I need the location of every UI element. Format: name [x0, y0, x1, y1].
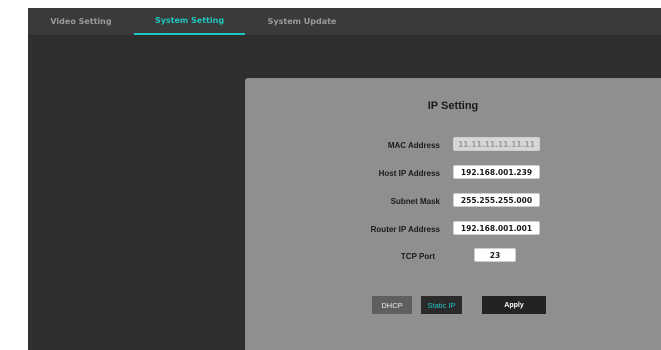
- dhcp-button[interactable]: DHCP: [372, 296, 412, 314]
- app-window: Video Setting System Setting System Upda…: [28, 8, 661, 350]
- mac-address-field: 11.11.11.11.11.11: [453, 137, 540, 151]
- static-ip-button[interactable]: Static IP: [421, 296, 462, 314]
- tcp-port-field[interactable]: 23: [474, 248, 516, 262]
- tab-bar: Video Setting System Setting System Upda…: [28, 8, 661, 36]
- subnet-mask-label: Subnet Mask: [390, 197, 440, 206]
- router-ip-label: Router IP Address: [370, 225, 440, 234]
- router-ip-field[interactable]: 192.168.001.001: [453, 221, 540, 235]
- tcp-port-label: TCP Port: [400, 252, 435, 261]
- tab-video-setting[interactable]: Video Setting: [28, 8, 134, 35]
- ip-setting-panel: IP Setting MAC Address 11.11.11.11.11.11…: [245, 78, 661, 350]
- tab-system-update[interactable]: System Update: [245, 8, 359, 35]
- panel-title: IP Setting: [427, 100, 479, 112]
- apply-button[interactable]: Apply: [482, 296, 546, 314]
- host-ip-field[interactable]: 192.168.001.239: [453, 165, 540, 179]
- subnet-mask-field[interactable]: 255.255.255.000: [453, 193, 540, 207]
- host-ip-label: Host IP Address: [378, 169, 440, 178]
- tab-system-setting[interactable]: System Setting: [134, 8, 245, 35]
- mac-address-label: MAC Address: [387, 141, 440, 150]
